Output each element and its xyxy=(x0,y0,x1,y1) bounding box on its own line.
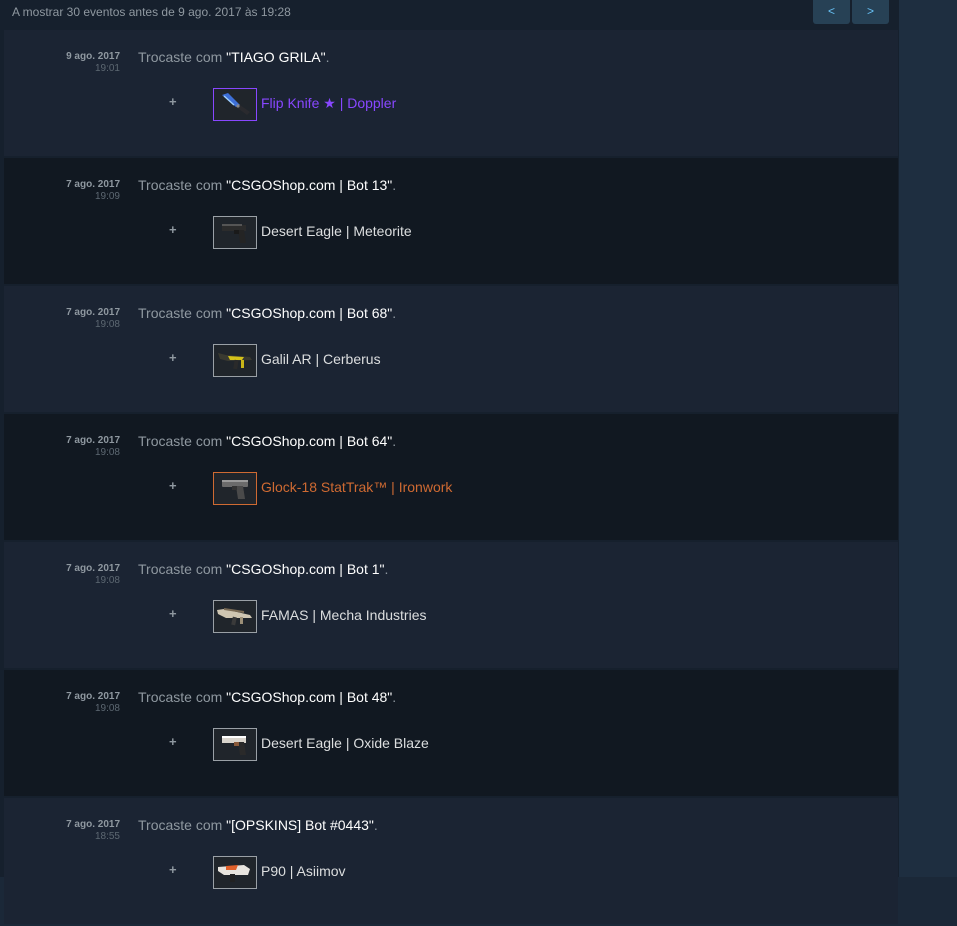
desert-eagle-icon[interactable] xyxy=(213,728,257,761)
event-text: Trocaste com xyxy=(138,177,227,193)
event-time: 19:08 xyxy=(94,319,120,330)
glock-icon[interactable] xyxy=(213,472,257,505)
event-time: 19:09 xyxy=(94,191,120,202)
galil-ar-icon[interactable] xyxy=(213,344,257,377)
event-text: Trocaste com xyxy=(138,817,227,833)
p90-icon[interactable] xyxy=(213,856,257,889)
trade-partner-name: "TIAGO GRILA" xyxy=(226,49,326,65)
flip-knife-icon[interactable] xyxy=(213,88,257,121)
event-list: 9 ago. 2017 19:01 Trocaste com "TIAGO GR… xyxy=(4,30,898,926)
item-added-indicator: + xyxy=(169,862,177,877)
item-name[interactable]: Desert Eagle | Meteorite xyxy=(261,223,412,239)
event-text-end: . xyxy=(392,305,397,321)
famas-icon[interactable] xyxy=(213,600,257,633)
trade-history-panel: A mostrar 30 eventos antes de 9 ago. 201… xyxy=(0,0,899,924)
item-name[interactable]: Desert Eagle | Oxide Blaze xyxy=(261,735,429,751)
history-header: A mostrar 30 eventos antes de 9 ago. 201… xyxy=(0,0,899,28)
event-date: 7 ago. 2017 xyxy=(66,691,120,702)
item-added-indicator: + xyxy=(169,350,177,365)
event-text-end: . xyxy=(392,433,397,449)
event-description: Trocaste com "TIAGO GRILA". xyxy=(138,49,329,65)
trade-partner-name: "CSGOShop.com | Bot 1" xyxy=(226,561,385,577)
history-summary: A mostrar 30 eventos antes de 9 ago. 201… xyxy=(12,5,291,19)
event-row: 7 ago. 2017 19:08 Trocaste com "CSGOShop… xyxy=(4,414,898,540)
event-description: Trocaste com "CSGOShop.com | Bot 48". xyxy=(138,689,396,705)
desert-eagle-icon[interactable] xyxy=(213,216,257,249)
event-time: 19:08 xyxy=(94,447,120,458)
event-text: Trocaste com xyxy=(138,433,227,449)
event-time: 19:08 xyxy=(94,575,120,586)
event-description: Trocaste com "CSGOShop.com | Bot 64". xyxy=(138,433,396,449)
event-date: 7 ago. 2017 xyxy=(66,179,120,190)
item-name[interactable]: Galil AR | Cerberus xyxy=(261,351,381,367)
event-text-end: . xyxy=(384,561,389,577)
item-name[interactable]: Flip Knife ★ | Doppler xyxy=(261,95,396,112)
event-text-end: . xyxy=(373,817,378,833)
trade-partner-name: "CSGOShop.com | Bot 13" xyxy=(226,177,393,193)
event-description: Trocaste com "CSGOShop.com | Bot 1". xyxy=(138,561,388,577)
item-added-indicator: + xyxy=(169,222,177,237)
event-text: Trocaste com xyxy=(138,561,227,577)
event-date: 9 ago. 2017 xyxy=(66,51,120,62)
event-text-end: . xyxy=(392,177,397,193)
item-added-indicator: + xyxy=(169,734,177,749)
event-row: 7 ago. 2017 19:08 Trocaste com "CSGOShop… xyxy=(4,670,898,796)
item-name[interactable]: Glock-18 StatTrak™ | Ironwork xyxy=(261,479,452,495)
event-date: 7 ago. 2017 xyxy=(66,307,120,318)
event-date: 7 ago. 2017 xyxy=(66,563,120,574)
trade-partner-name: "[OPSKINS] Bot #0443" xyxy=(226,817,374,833)
event-description: Trocaste com "[OPSKINS] Bot #0443". xyxy=(138,817,378,833)
event-description: Trocaste com "CSGOShop.com | Bot 13". xyxy=(138,177,396,193)
event-description: Trocaste com "CSGOShop.com | Bot 68". xyxy=(138,305,396,321)
event-row: 9 ago. 2017 19:01 Trocaste com "TIAGO GR… xyxy=(4,30,898,156)
trade-partner-name: "CSGOShop.com | Bot 48" xyxy=(226,689,393,705)
item-added-indicator: + xyxy=(169,478,177,493)
event-row: 7 ago. 2017 19:08 Trocaste com "CSGOShop… xyxy=(4,286,898,412)
item-name[interactable]: FAMAS | Mecha Industries xyxy=(261,607,426,623)
event-date: 7 ago. 2017 xyxy=(66,435,120,446)
event-time: 18:55 xyxy=(94,831,120,842)
event-text: Trocaste com xyxy=(138,49,227,65)
page-side-background xyxy=(899,0,957,877)
event-time: 19:01 xyxy=(94,63,120,74)
event-row: 7 ago. 2017 19:08 Trocaste com "CSGOShop… xyxy=(4,542,898,668)
item-added-indicator: + xyxy=(169,606,177,621)
event-date: 7 ago. 2017 xyxy=(66,819,120,830)
event-time: 19:08 xyxy=(94,703,120,714)
trade-partner-name: "CSGOShop.com | Bot 64" xyxy=(226,433,393,449)
event-text: Trocaste com xyxy=(138,689,227,705)
trade-partner-name: "CSGOShop.com | Bot 68" xyxy=(226,305,393,321)
event-row: 7 ago. 2017 18:55 Trocaste com "[OPSKINS… xyxy=(4,798,898,924)
event-row: 7 ago. 2017 19:09 Trocaste com "CSGOShop… xyxy=(4,158,898,284)
event-text-end: . xyxy=(325,49,330,65)
event-text: Trocaste com xyxy=(138,305,227,321)
event-text-end: . xyxy=(392,689,397,705)
item-added-indicator: + xyxy=(169,94,177,109)
prev-page-button[interactable]: < xyxy=(813,0,850,24)
next-page-button[interactable]: > xyxy=(852,0,889,24)
